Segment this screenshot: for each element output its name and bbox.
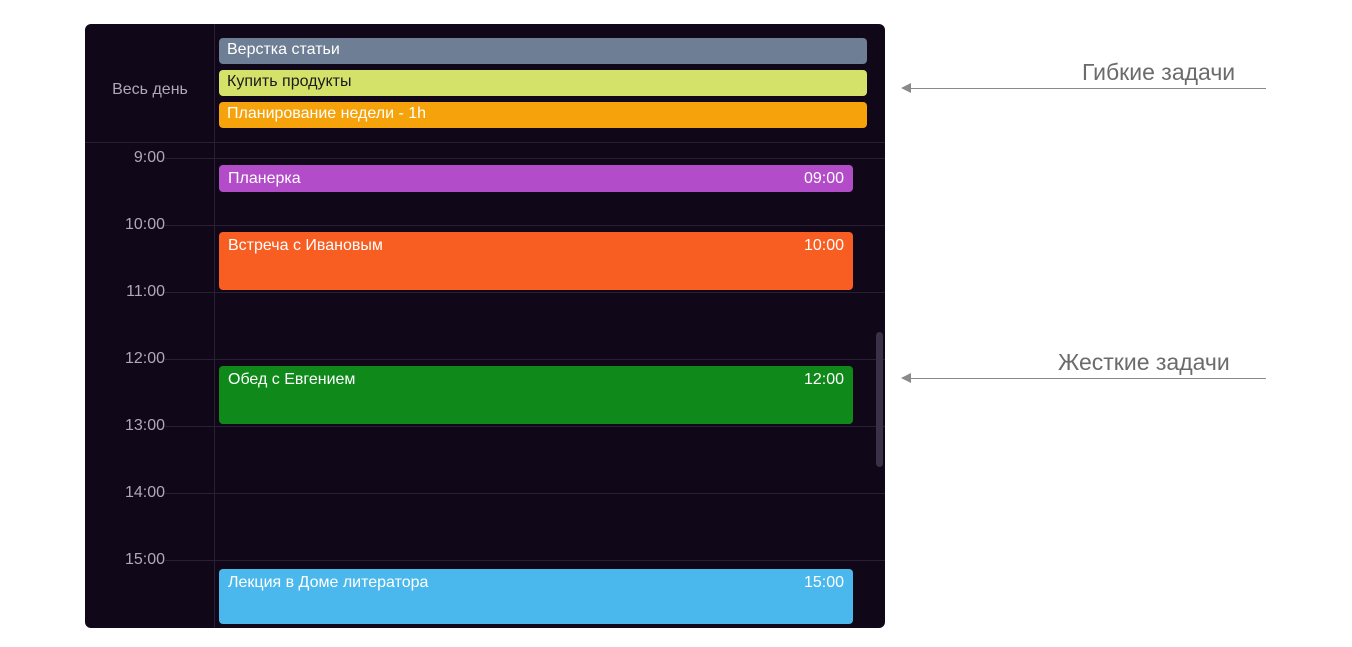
event-time: 12:00: [804, 371, 844, 389]
timed-event[interactable]: Лекция в Доме литератора 15:00: [219, 569, 853, 624]
arrow-left-icon: [901, 373, 911, 383]
scrollbar-thumb[interactable]: [876, 332, 883, 467]
annotation-arrow: [910, 88, 1266, 89]
timed-event[interactable]: Планерка 09:00: [219, 165, 853, 192]
time-label: 10:00: [85, 216, 165, 234]
hour-line: [165, 292, 885, 293]
allday-section-label: Весь день: [85, 81, 215, 99]
allday-event[interactable]: Купить продукты: [219, 70, 867, 96]
event-title: Планерка: [228, 170, 301, 188]
hour-line: [165, 225, 885, 226]
event-title: Планирование недели - 1h: [227, 105, 426, 122]
annotation-arrow: [910, 378, 1266, 379]
time-label: 11:00: [85, 283, 165, 301]
hour-line: [165, 493, 885, 494]
hour-line: [165, 359, 885, 360]
hour-line: [165, 560, 885, 561]
annotation-flexible-tasks: Гибкие задачи: [1082, 59, 1235, 86]
time-label: 9:00: [85, 149, 165, 167]
event-time: 10:00: [804, 237, 844, 255]
time-label: 13:00: [85, 417, 165, 435]
time-label: 15:00: [85, 551, 165, 569]
allday-event[interactable]: Верстка статьи: [219, 38, 867, 64]
event-title: Купить продукты: [227, 73, 351, 90]
annotation-fixed-tasks: Жесткие задачи: [1058, 349, 1230, 376]
timed-event[interactable]: Встреча с Ивановым 10:00: [219, 232, 853, 290]
hour-line: [165, 158, 885, 159]
event-time: 15:00: [804, 574, 844, 592]
time-label: 12:00: [85, 350, 165, 368]
event-title: Верстка статьи: [227, 41, 340, 58]
event-title: Встреча с Ивановым: [228, 237, 383, 255]
timed-event[interactable]: Обед с Евгением 12:00: [219, 366, 853, 424]
time-label: 14:00: [85, 484, 165, 502]
section-divider: [85, 142, 885, 143]
event-title: Обед с Евгением: [228, 371, 355, 389]
arrow-left-icon: [901, 83, 911, 93]
hour-line: [165, 426, 885, 427]
allday-event[interactable]: Планирование недели - 1h: [219, 102, 867, 128]
event-title: Лекция в Доме литератора: [228, 574, 428, 592]
event-time: 09:00: [804, 170, 844, 188]
calendar-day-view: Весь день Верстка статьи Купить продукты…: [85, 24, 885, 628]
column-divider: [214, 24, 215, 628]
